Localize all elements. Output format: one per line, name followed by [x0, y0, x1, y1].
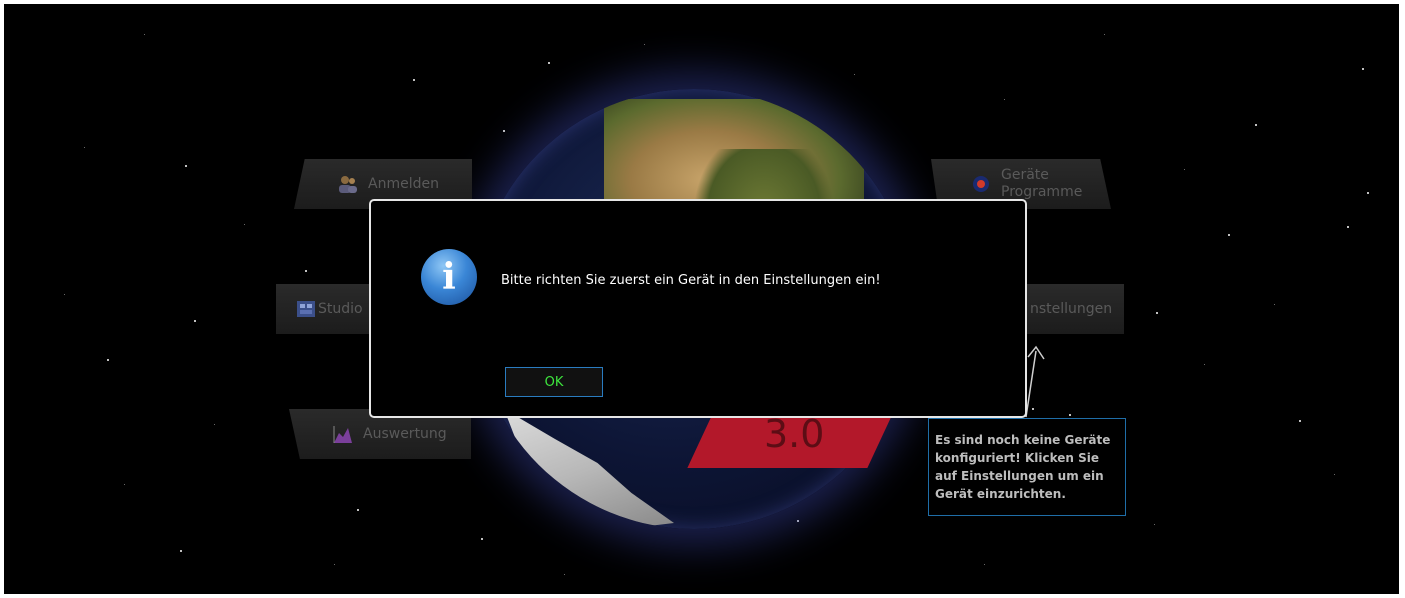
users-icon	[339, 176, 357, 193]
hint-text: Es sind noch keine Geräte konfiguriert! …	[935, 433, 1111, 501]
menu-tile-einstellungen[interactable]: nstellungen	[1024, 284, 1124, 334]
ok-button[interactable]: OK	[505, 367, 603, 397]
studio-icon	[297, 301, 315, 317]
menu-label-studio: Studio	[318, 301, 363, 317]
info-icon: i	[421, 249, 477, 305]
version-badge-text: 3.0	[764, 412, 825, 456]
message-dialog: i Bitte richten Sie zuerst ein Gerät in …	[369, 199, 1027, 418]
info-icon-glyph: i	[442, 256, 456, 298]
menu-label-einstellungen: nstellungen	[1030, 301, 1113, 317]
chart-icon	[333, 426, 352, 443]
antarctica-ice	[504, 409, 674, 529]
dialog-message: Bitte richten Sie zuerst ein Gerät in de…	[501, 273, 881, 288]
menu-label-geraete: Geräte	[1001, 167, 1049, 183]
menu-label-auswertung: Auswertung	[363, 426, 447, 442]
menu-label-anmelden: Anmelden	[368, 176, 439, 192]
hint-tooltip: Es sind noch keine Geräte konfiguriert! …	[928, 418, 1126, 516]
app-background: 3.0 Anmelden Studio Auswertung Geräte Pr…	[4, 4, 1399, 594]
device-icon	[973, 176, 989, 192]
